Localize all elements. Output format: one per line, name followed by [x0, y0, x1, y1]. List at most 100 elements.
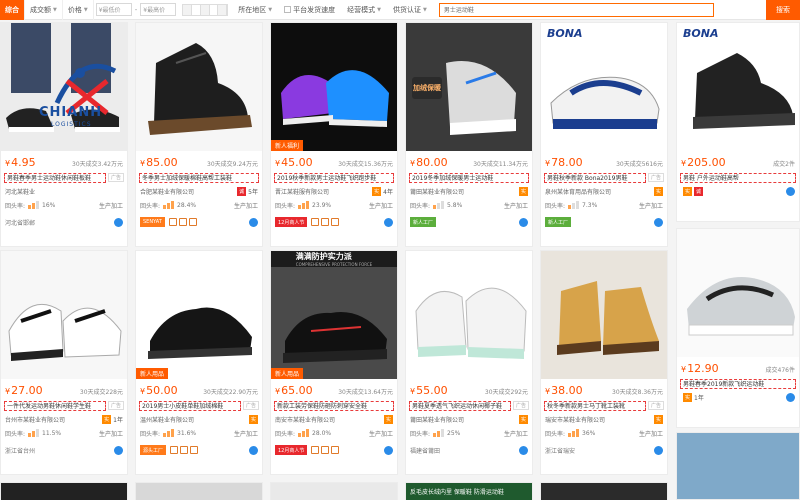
product-card-5[interactable]: BONA ¥78.00 30天成交5616元 男鞋秋季新款 Bona2019男鞋广…: [540, 22, 668, 247]
price-max-input[interactable]: ¥最高价: [140, 3, 177, 16]
page: { "filters": { "tabs": [ {"label": "综合",…: [0, 0, 800, 500]
product-title[interactable]: 男鞋春季2019新款飞织运动鞋: [680, 378, 796, 389]
product-title[interactable]: 2019冬季加绒保暖男士运动鞋: [409, 172, 529, 183]
product-card-partial[interactable]: [135, 482, 263, 500]
deals: 30天成交15.36万元: [338, 161, 393, 168]
shop-name[interactable]: 台州市某鞋业有限公司: [5, 415, 100, 424]
check-cert[interactable]: 供货认证 ▼: [387, 5, 433, 15]
product-card-3[interactable]: 新人福利 ¥45.00 30天成交15.36万元 2019秋季新款男士运动鞋飞织跑…: [270, 22, 398, 247]
price: ¥80.00: [410, 156, 448, 169]
product-card-partial[interactable]: [540, 482, 668, 500]
repeat-label: 回头率:: [410, 430, 431, 438]
shop-name[interactable]: 合肥某鞋业有限公司: [140, 187, 235, 196]
repeat-label: 回头率:: [410, 202, 431, 210]
search-input[interactable]: 男士运动鞋: [438, 2, 714, 17]
chat-icon[interactable]: [654, 445, 663, 455]
partial-caption: 反毛皮长绒内里 保暖鞋 防滑运动鞋: [410, 489, 504, 496]
shop-name[interactable]: 泉州某体育用品有限公司: [545, 187, 652, 196]
chat-icon[interactable]: [384, 217, 393, 227]
product-card-12[interactable]: ¥12.90 成交476件 男鞋春季2019新款飞织运动鞋 实 1年: [676, 228, 800, 428]
product-image-3[interactable]: 新人福利: [271, 23, 397, 151]
product-card-partial[interactable]: [0, 482, 128, 500]
shop-name[interactable]: 晋江某鞋服有限公司: [275, 187, 370, 196]
chat-icon[interactable]: [786, 392, 795, 402]
price-min-placeholder: ¥最低价: [98, 7, 121, 14]
product-card-partial[interactable]: [270, 482, 398, 500]
product-title[interactable]: 2019男士小皮鞋单鞋加绒棉鞋: [139, 400, 241, 411]
chevron-down-icon: ▼: [422, 6, 427, 13]
product-image-2[interactable]: [136, 23, 262, 151]
shop-name[interactable]: 南安市某鞋业有限公司: [275, 415, 382, 424]
title-row: 男鞋夏季透气飞织运动休闲椰子鞋 广告: [409, 400, 529, 411]
ad-tag: 广告: [647, 173, 664, 182]
shoe-image: [136, 23, 262, 151]
chat-icon[interactable]: [654, 217, 663, 227]
product-card-2[interactable]: ¥85.00 30天成交9.24万元 冬季男士加绒保暖棉鞋高帮工装鞋 合肥某鞋业有…: [135, 22, 263, 247]
shop-name[interactable]: 温州某鞋业有限公司: [140, 415, 247, 424]
chat-icon[interactable]: [786, 186, 795, 196]
deals: 30天成交292元: [484, 389, 528, 396]
repeat-label: 回头率:: [545, 430, 566, 438]
shop-name[interactable]: 河北某鞋业: [5, 187, 123, 196]
chevron-down-icon: ▼: [83, 6, 88, 13]
price-range-selector[interactable]: [182, 3, 229, 16]
product-title[interactable]: 秋冬季新款男士马丁靴工装靴: [544, 400, 646, 411]
product-image-4[interactable]: 加绒保暖: [406, 23, 532, 151]
shop-name[interactable]: 莆田某鞋业有限公司: [410, 415, 517, 424]
chevron-down-icon: ▼: [377, 6, 381, 13]
shop-row: 莆田某鞋业有限公司实: [410, 414, 528, 424]
promo-tag: SENYAT: [140, 217, 165, 227]
product-image-10[interactable]: [406, 251, 532, 379]
chat-icon[interactable]: [114, 217, 123, 227]
product-title[interactable]: 2019秋季新款男士运动鞋飞织跑步鞋: [274, 172, 394, 183]
product-image-8[interactable]: 新人用品: [136, 251, 262, 379]
product-title[interactable]: 冬季男士加绒保暖棉鞋高帮工装鞋: [139, 172, 259, 183]
shop-years: 1年: [113, 416, 123, 424]
product-title[interactable]: 男鞋秋季新款 Bona2019男鞋: [544, 172, 646, 183]
price-min-input[interactable]: ¥最低价: [95, 3, 132, 16]
product-card-partial[interactable]: 反毛皮长绒内里 保暖鞋 防滑运动鞋: [405, 482, 533, 500]
tab-price[interactable]: 价格 ▼: [63, 0, 94, 20]
badge-icon: 实: [683, 392, 692, 402]
shop-row: 晋江某鞋服有限公司实 4年: [275, 186, 393, 196]
chat-icon[interactable]: [384, 445, 393, 455]
location-filter[interactable]: 所在地区 ▼: [232, 5, 278, 15]
product-image-7[interactable]: [1, 251, 127, 379]
product-card-7[interactable]: ¥27.00 30天成交228元 一件代发运动男鞋休闲鞋学生鞋 广告 台州市某鞋业有…: [0, 250, 128, 475]
repeat-value: 31.6%: [177, 429, 197, 437]
product-card-1[interactable]: CHIANH LOGISTICS ¥4.95 30天成交3.42万元 男鞋春季男士…: [0, 22, 128, 247]
product-image-6[interactable]: BONA: [677, 23, 799, 151]
tab-sales[interactable]: 成交额 ▼: [25, 0, 63, 20]
product-card-8[interactable]: 新人用品 ¥50.00 30天成交22.90万元 2019男士小皮鞋单鞋加绒棉鞋广…: [135, 250, 263, 475]
chat-icon[interactable]: [519, 445, 528, 455]
search-button[interactable]: 搜索: [766, 0, 800, 20]
stat-row: 回头率: 7.3% 生产加工: [545, 200, 663, 210]
shop-name[interactable]: 莆田某鞋业有限公司: [410, 187, 517, 196]
product-title[interactable]: 一件代发运动男鞋休闲鞋学生鞋: [4, 400, 106, 411]
chat-icon[interactable]: [249, 445, 258, 455]
product-title[interactable]: 男鞋春季男士运动鞋休闲鞋板鞋: [4, 172, 106, 183]
product-title[interactable]: 新款工装劳保鞋防砸防刺穿安全鞋: [274, 400, 394, 411]
shop-row: 泉州某体育用品有限公司实: [545, 186, 663, 196]
deals: 30天成交9.24万元: [207, 161, 258, 168]
product-image-11[interactable]: [541, 251, 667, 379]
tab-comprehensive[interactable]: 综合: [0, 0, 25, 20]
product-title[interactable]: 男鞋夏季透气飞织运动休闲椰子鞋: [409, 400, 511, 411]
product-card-9[interactable]: 满满防护实力派 COMPREHENSIVE PROTECTION FORCE 新人…: [270, 250, 398, 475]
product-card-4[interactable]: 加绒保暖 ¥80.00 30天成交11.34万元 2019冬季加绒保暖男士运动鞋 …: [405, 22, 533, 247]
product-card-10[interactable]: ¥55.00 30天成交292元 男鞋夏季透气飞织运动休闲椰子鞋 广告 莆田某鞋业有…: [405, 250, 533, 475]
deals: 30天成交5616元: [616, 161, 663, 168]
product-card-11[interactable]: ¥38.00 30天成交8.36万元 秋冬季新款男士马丁靴工装靴 广告 瑞安市某鞋业…: [540, 250, 668, 475]
chat-icon[interactable]: [519, 217, 528, 227]
product-image-9[interactable]: 满满防护实力派 COMPREHENSIVE PROTECTION FORCE 新人…: [271, 251, 397, 379]
product-image-5[interactable]: BONA: [541, 23, 667, 151]
check-delivery[interactable]: 平台发货速度: [278, 5, 341, 15]
chat-icon[interactable]: [114, 445, 123, 455]
chat-icon[interactable]: [249, 217, 258, 227]
shop-name[interactable]: 瑞安市某鞋业有限公司: [545, 415, 652, 424]
product-card-6[interactable]: BONA ¥205.00 成交2件 男鞋 户外运动鞋高帮 实诚: [676, 22, 800, 222]
product-image-12[interactable]: [677, 229, 799, 357]
check-mode[interactable]: 经营模式 ▼: [341, 5, 387, 15]
product-title[interactable]: 男鞋 户外运动鞋高帮: [680, 172, 796, 183]
product-card-partial[interactable]: [676, 432, 800, 500]
